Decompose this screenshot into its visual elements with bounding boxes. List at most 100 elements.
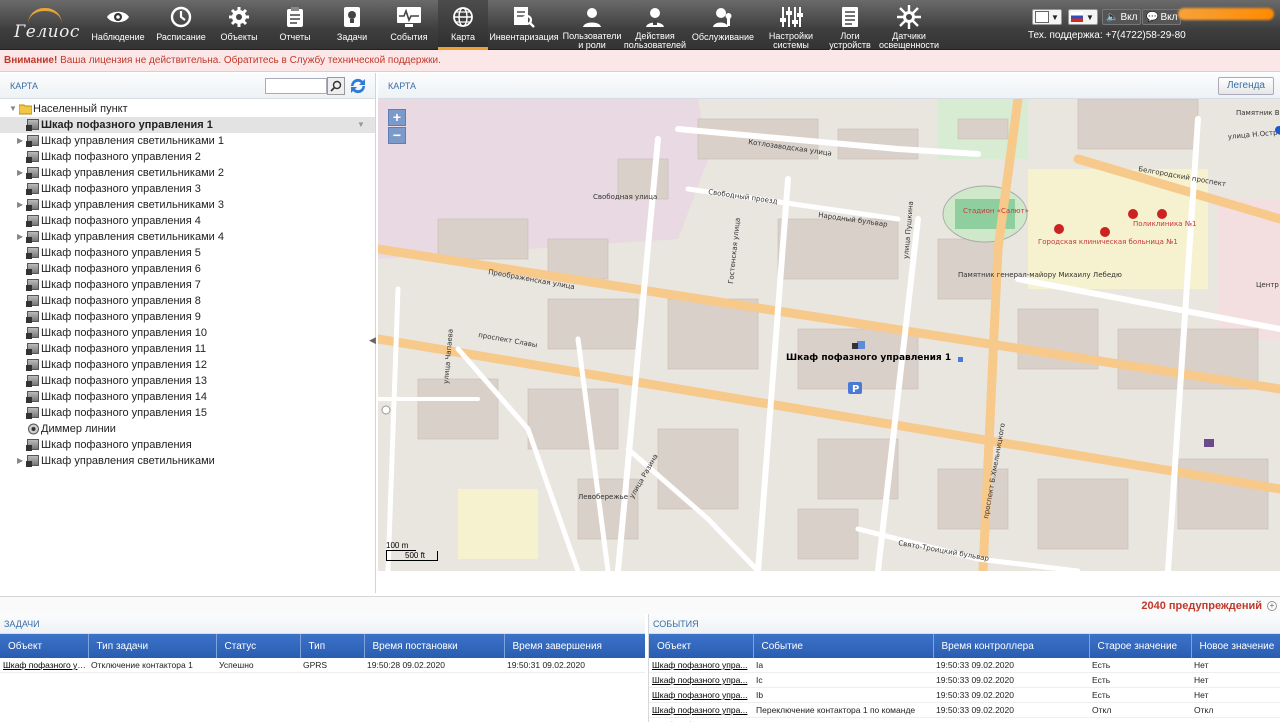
tree-item[interactable]: Шкаф пофазного управления 10	[0, 325, 375, 341]
tree-item[interactable]: Диммер линии	[0, 421, 375, 437]
table-row[interactable]: Шкаф пофазного упр... Отключение контакто…	[0, 658, 645, 673]
table-row[interactable]: Шкаф пофазного упра...Питание включено19…	[649, 717, 1280, 722]
nav-item-13[interactable]: Датчики освещенности	[878, 0, 940, 50]
cabinet-icon	[26, 215, 40, 227]
object-link[interactable]: Шкаф пофазного упра...	[649, 658, 753, 673]
tree-item[interactable]: Шкаф пофазного управления 15	[0, 405, 375, 421]
monitor-pulse-icon	[396, 4, 422, 30]
svg-text:P: P	[852, 384, 859, 395]
school-area	[458, 489, 538, 559]
tree-item[interactable]: Шкаф пофазного управления 7	[0, 277, 375, 293]
nav-item-6[interactable]: Карта	[438, 0, 488, 50]
expand-warnings-icon[interactable]: +	[1267, 601, 1277, 611]
nav-item-2[interactable]: Объекты	[212, 0, 266, 50]
object-link[interactable]: Шкаф пофазного упра...	[649, 717, 753, 722]
tree-item[interactable]: Шкаф пофазного управления 5	[0, 245, 375, 261]
tree-item[interactable]: ▶ Шкаф управления светильниками 4	[0, 229, 375, 245]
object-link[interactable]: Шкаф пофазного упр...	[0, 658, 88, 673]
column-header[interactable]: Время постановки	[364, 634, 505, 658]
tree-item[interactable]: ▶ Шкаф управления светильниками 1	[0, 133, 375, 149]
tree-expand-icon[interactable]: ▶	[17, 453, 25, 469]
tree-collapse-icon[interactable]: ▼	[9, 101, 17, 117]
tree-item[interactable]: Шкаф пофазного управления 13	[0, 373, 375, 389]
table-row[interactable]: Шкаф пофазного упра... Ia 19:50:33 09.02.2…	[649, 658, 1280, 673]
object-link[interactable]: Шкаф пофазного упра...	[649, 687, 753, 703]
tree-item[interactable]: ▶ Шкаф управления светильниками 2	[0, 165, 375, 181]
document-select[interactable]: ▼	[1032, 9, 1062, 25]
chevron-down-icon: ▼	[1051, 12, 1059, 22]
tree-item[interactable]: Шкаф пофазного управления 6	[0, 261, 375, 277]
nav-item-8[interactable]: Пользователи и роли	[560, 0, 624, 50]
search-button[interactable]	[327, 77, 345, 95]
tree-item[interactable]: Шкаф пофазного управления 4	[0, 213, 375, 229]
nav-item-11[interactable]: Настройки системы	[760, 0, 822, 50]
sound-toggle[interactable]: 🔈 Вкл	[1102, 9, 1142, 25]
map-canvas[interactable]: Котлозаводская улицаСвободный проездНаро…	[378, 99, 1280, 571]
object-link[interactable]: Шкаф пофазного упра...	[649, 672, 753, 688]
table-cell: GPRS	[300, 658, 364, 673]
legend-button[interactable]: Легенда	[1217, 77, 1274, 95]
tree-item[interactable]: Шкаф пофазного управления 9	[0, 309, 375, 325]
tree-expand-icon[interactable]: ▶	[17, 133, 25, 149]
column-header[interactable]: Время контроллера	[933, 634, 1090, 658]
chat-toggle[interactable]: 💬 Вкл	[1142, 9, 1182, 25]
tree-item-menu-icon[interactable]: ▼	[357, 117, 365, 133]
nav-item-7[interactable]: Инвентаризация	[488, 0, 560, 50]
city-map[interactable]: Котлозаводская улица Свободный проезд Наро…	[378, 99, 1280, 571]
tree-expand-icon[interactable]: ▶	[17, 165, 25, 181]
tree-item[interactable]: Шкаф пофазного управления 8	[0, 293, 375, 309]
top-right-controls: ▼ ▼ 🔈 Вкл 💬 Вкл Тех. поддержка: +7(4722)…	[1028, 8, 1278, 46]
zoom-in-button[interactable]: +	[388, 109, 406, 126]
tree-expand-icon[interactable]: ▶	[17, 229, 25, 245]
zoom-out-button[interactable]: −	[388, 127, 406, 144]
cabinet-marker[interactable]	[852, 343, 858, 349]
tree-item-label: Шкаф пофазного управления 14	[41, 391, 207, 403]
table-row[interactable]: Шкаф пофазного упра... Ic 19:50:33 09.02.2…	[649, 672, 1280, 688]
object-link[interactable]: Шкаф пофазного упра...	[649, 702, 753, 718]
column-header[interactable]: Тип	[300, 634, 365, 658]
warnings-count[interactable]: 2040 предупреждений	[1141, 600, 1262, 612]
tree-item[interactable]: Шкаф пофазного управления 11	[0, 341, 375, 357]
column-header[interactable]: Тип задачи	[88, 634, 217, 658]
column-header[interactable]: Событие	[753, 634, 934, 658]
support-phone: Тех. поддержка: +7(4722)58-29-80	[1028, 30, 1186, 41]
cabinet-icon	[26, 279, 40, 291]
nav-item-9[interactable]: Действия пользователей	[624, 0, 686, 50]
language-select[interactable]: ▼	[1068, 9, 1098, 25]
nav-item-1[interactable]: Расписание	[150, 0, 212, 50]
collapse-left-panel-icon[interactable]: ◀	[369, 335, 376, 346]
column-header[interactable]: Статус	[216, 634, 301, 658]
tree-expand-icon[interactable]: ▶	[17, 197, 25, 213]
app-logo[interactable]: Гелиос	[10, 6, 80, 44]
tree-item[interactable]: Шкаф пофазного управления 14	[0, 389, 375, 405]
nav-item-5[interactable]: События	[380, 0, 438, 50]
map-panel: КАРТА Легенда Котлозаводская улица Свобо…	[378, 73, 1280, 571]
column-header[interactable]: Объект	[0, 634, 89, 658]
table-row[interactable]: Шкаф пофазного упра... Переключение конта…	[649, 702, 1280, 718]
column-header[interactable]: Новое значение	[1191, 634, 1280, 658]
nav-item-0[interactable]: Наблюдение	[86, 0, 150, 50]
tree-item[interactable]: ▼ Населенный пункт	[0, 101, 375, 117]
tree-item[interactable]: Шкаф пофазного управления 12	[0, 357, 375, 373]
tree-search-input[interactable]	[265, 78, 327, 94]
tree-item[interactable]: ▶ Шкаф управления светильниками 3	[0, 197, 375, 213]
top-navigation-bar: Гелиос Наблюдение Расписание Объекты Отчеты…	[0, 0, 1280, 50]
column-header[interactable]: Объект	[649, 634, 754, 658]
tree-item[interactable]: Шкаф пофазного управления	[0, 437, 375, 453]
nav-item-12[interactable]: Логи устройств	[822, 0, 878, 50]
tree-item[interactable]: Шкаф пофазного управления 1 ▼	[0, 117, 375, 133]
nav-item-4[interactable]: Задачи	[324, 0, 380, 50]
nav-item-10[interactable]: Обслуживание	[686, 0, 760, 50]
table-cell: Питание включено	[753, 717, 933, 722]
cabinet-icon	[26, 455, 40, 467]
column-header[interactable]: Старое значение	[1089, 634, 1192, 658]
tree-item[interactable]: ▶ Шкаф управления светильниками	[0, 453, 375, 469]
tree-item[interactable]: Шкаф пофазного управления 3	[0, 181, 375, 197]
refresh-button[interactable]	[348, 76, 368, 96]
user-name-redacted[interactable]	[1178, 8, 1274, 20]
table-row[interactable]: Шкаф пофазного упра... Ib 19:50:33 09.02.2…	[649, 687, 1280, 703]
left-panel-title: КАРТА	[10, 81, 39, 91]
column-header[interactable]: Время завершения	[504, 634, 645, 658]
nav-item-3[interactable]: Отчеты	[266, 0, 324, 50]
tree-item[interactable]: Шкаф пофазного управления 2	[0, 149, 375, 165]
